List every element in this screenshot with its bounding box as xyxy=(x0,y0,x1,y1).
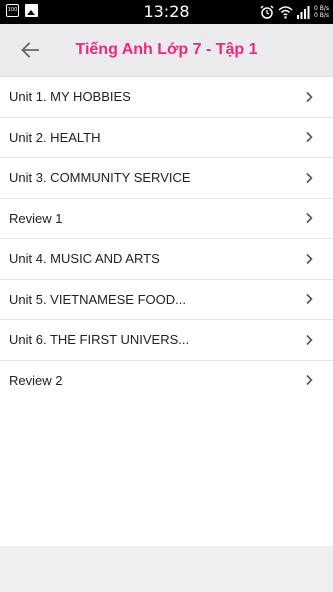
list-item-label: Unit 5. VIETNAMESE FOOD... xyxy=(9,291,186,307)
list-item-label: Unit 2. HEALTH xyxy=(9,129,101,145)
list-item[interactable]: Unit 1. MY HOBBIES xyxy=(0,77,333,118)
chevron-right-icon xyxy=(306,253,313,264)
app-header: Tiếng Anh Lớp 7 - Tập 1 xyxy=(0,24,333,76)
chevron-right-icon xyxy=(306,334,313,345)
list-item-label: Review 2 xyxy=(9,372,63,388)
list-item[interactable]: Review 1 xyxy=(0,199,333,239)
unit-list: Unit 1. MY HOBBIES Unit 2. HEALTH Unit 3. … xyxy=(0,76,333,401)
list-item[interactable]: Unit 3. COMMUNITY SERVICE xyxy=(0,158,333,199)
list-item-label: Unit 6. THE FIRST UNIVERS... xyxy=(9,332,190,348)
signal-icon xyxy=(297,5,310,19)
page-title: Tiếng Anh Lớp 7 - Tập 1 xyxy=(75,41,258,58)
net-speed-down: 0 B/s xyxy=(314,12,329,19)
chevron-right-icon xyxy=(306,132,313,143)
net-speed-up: 0 B/s xyxy=(314,5,329,12)
list-item-label: Unit 1. MY HOBBIES xyxy=(9,89,131,105)
list-item-label: Review 1 xyxy=(9,210,63,226)
chevron-right-icon xyxy=(306,213,313,224)
chevron-right-icon xyxy=(306,172,313,183)
list-item[interactable]: Unit 4. MUSIC AND ARTS xyxy=(0,239,333,280)
bottom-panel xyxy=(0,546,333,592)
arrow-left-icon xyxy=(21,42,39,58)
wifi-icon xyxy=(278,5,293,19)
list-item-label: Unit 4. MUSIC AND ARTS xyxy=(9,251,160,267)
chevron-right-icon xyxy=(306,375,313,386)
status-bar: 100 13:28 0 B/s 0 B/s xyxy=(0,0,333,24)
chevron-right-icon xyxy=(306,91,313,102)
network-speed: 0 B/s 0 B/s xyxy=(314,5,329,19)
list-item[interactable]: Unit 2. HEALTH xyxy=(0,118,333,158)
list-item[interactable]: Review 2 xyxy=(0,361,333,401)
list-item[interactable]: Unit 6. THE FIRST UNIVERS... xyxy=(0,320,333,361)
chevron-right-icon xyxy=(306,294,313,305)
status-right-icons: 0 B/s 0 B/s xyxy=(260,3,329,21)
empty-content-area xyxy=(0,400,333,546)
list-item[interactable]: Unit 5. VIETNAMESE FOOD... xyxy=(0,280,333,320)
back-button[interactable] xyxy=(16,36,44,64)
alarm-icon xyxy=(260,5,274,19)
list-item-label: Unit 3. COMMUNITY SERVICE xyxy=(9,170,191,186)
